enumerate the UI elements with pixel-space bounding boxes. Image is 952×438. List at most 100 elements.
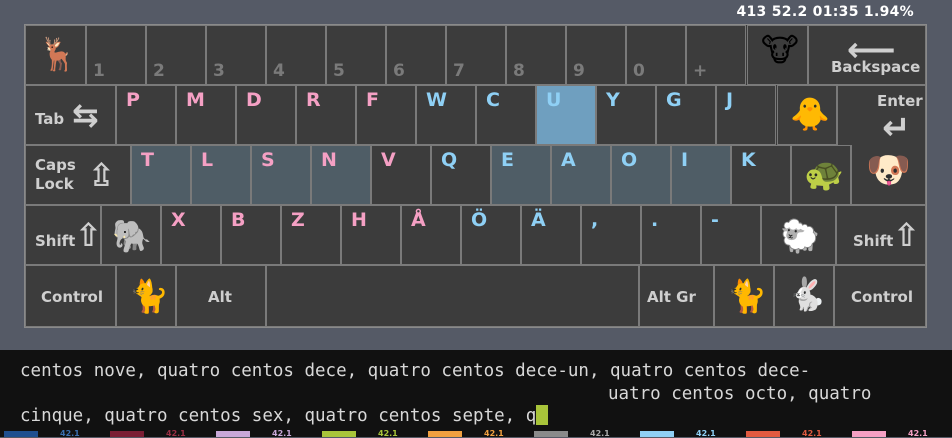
key-letter-f[interactable]: F	[356, 85, 416, 145]
key-label: T	[141, 149, 154, 171]
key-emoji-cat-right[interactable]: 🐈	[714, 265, 774, 327]
right-control-key[interactable]: Control	[834, 265, 926, 327]
color-swatch	[852, 431, 886, 437]
digit-label: 7	[453, 61, 465, 81]
key-label: R	[306, 89, 321, 111]
key-label: K	[741, 149, 756, 171]
caps-lock-icon: ⇫	[88, 156, 115, 194]
key-digit-7[interactable]: 8	[506, 25, 566, 85]
key-emoji-sheep[interactable]: 🐑	[761, 205, 836, 265]
key-letter-g[interactable]: G	[656, 85, 716, 145]
key-letter-m[interactable]: M	[176, 85, 236, 145]
key-letter-y[interactable]: Y	[596, 85, 656, 145]
key-letter-e[interactable]: E	[491, 145, 551, 205]
left-control-key[interactable]: Control	[25, 265, 116, 327]
terminal-line-3-text: cinque, quatro centos sex, quatro centos…	[20, 406, 537, 426]
terminal-line-1: centos nove, quatro centos dece, quatro …	[20, 361, 811, 381]
key-digit-5[interactable]: 6	[386, 25, 446, 85]
key-label: Ö	[471, 209, 488, 231]
key-digit-3[interactable]: 4	[266, 25, 326, 85]
digit-label: 1	[93, 61, 105, 81]
space-key[interactable]	[266, 265, 639, 327]
key-letter-s[interactable]: S	[251, 145, 311, 205]
digit-label: 3	[213, 61, 225, 81]
key-digit-9[interactable]: 0	[626, 25, 686, 85]
left-shift-key[interactable]: Shift ⇧	[25, 205, 102, 265]
color-swatch-strip: 42.1 42.1 42.1 42.1 42.1 42.1 42.1 42.1 42.1	[0, 429, 952, 438]
key-label: -	[711, 209, 719, 231]
key-row4-0[interactable]: X	[161, 205, 221, 265]
key-letter-u[interactable]: U	[536, 85, 596, 145]
key-letter-c[interactable]: C	[476, 85, 536, 145]
key-letter-j[interactable]: J	[716, 85, 776, 145]
key-label: U	[546, 89, 562, 111]
key-digit-8[interactable]: 9	[566, 25, 626, 85]
key-emoji-cow[interactable]: 🐮	[747, 25, 808, 85]
digit-label: 0	[633, 61, 645, 81]
backspace-key[interactable]: ⟵ Backspace	[808, 25, 926, 85]
key-letter-d[interactable]: D	[236, 85, 296, 145]
key-digit-4[interactable]: 5	[326, 25, 386, 85]
left-shift-label: Shift	[35, 232, 76, 250]
left-control-label: Control	[41, 288, 104, 306]
key-label: M	[186, 89, 205, 111]
key-letter-a[interactable]: A	[551, 145, 611, 205]
key-row4-1[interactable]: B	[221, 205, 281, 265]
key-digit-0[interactable]: 1	[86, 25, 146, 85]
key-emoji-rabbit[interactable]: 🐇	[774, 265, 834, 327]
left-alt-key[interactable]: Alt	[176, 265, 266, 327]
key-label: Y	[606, 89, 620, 111]
cat-icon: 🐈	[727, 277, 767, 315]
key-letter-l[interactable]: L	[191, 145, 251, 205]
digit-label: 2	[153, 61, 165, 81]
key-emoji-elephant[interactable]: 🐘	[101, 205, 161, 265]
key-letter-n[interactable]: N	[311, 145, 371, 205]
key-digit-1[interactable]: 2	[146, 25, 206, 85]
alt-gr-key[interactable]: Alt Gr	[639, 265, 714, 327]
key-letter-k[interactable]: K	[731, 145, 791, 205]
key-digit-2[interactable]: 3	[206, 25, 266, 85]
color-swatch	[746, 431, 780, 437]
terminal-line-2: uatro centos octo, quatro	[608, 384, 872, 404]
key-row4-8[interactable]: .	[641, 205, 701, 265]
key-label: Q	[441, 149, 458, 171]
key-digit-6[interactable]: 7	[446, 25, 506, 85]
key-letter-r[interactable]: R	[296, 85, 356, 145]
right-control-label: Control	[851, 288, 914, 306]
color-swatch	[322, 431, 356, 437]
key-letter-i[interactable]: I	[671, 145, 731, 205]
key-digit-10[interactable]: +	[686, 25, 746, 85]
key-label: O	[621, 149, 638, 171]
digit-label: 8	[513, 61, 525, 81]
key-emoji-cat-left[interactable]: 🐈	[116, 265, 176, 327]
key-letter-o[interactable]: O	[611, 145, 671, 205]
key-row4-4[interactable]: Å	[401, 205, 461, 265]
color-swatch	[4, 431, 38, 437]
key-label: J	[726, 89, 734, 111]
key-letter-v[interactable]: V	[371, 145, 431, 205]
color-swatch	[216, 431, 250, 437]
key-row4-9[interactable]: -	[701, 205, 761, 265]
key-letter-w[interactable]: W	[416, 85, 476, 145]
key-row4-2[interactable]: Z	[281, 205, 341, 265]
key-row4-3[interactable]: H	[341, 205, 401, 265]
key-emoji-turtle[interactable]: 🐢	[791, 145, 851, 205]
key-letter-q[interactable]: Q	[431, 145, 491, 205]
key-letter-t[interactable]: T	[131, 145, 191, 205]
dog-icon: 🐶	[866, 150, 911, 191]
key-label: N	[321, 149, 337, 171]
key-row4-7[interactable]: ,	[581, 205, 641, 265]
caps-lock-key[interactable]: Caps Lock ⇫	[25, 145, 131, 205]
key-label: L	[201, 149, 214, 171]
digit-label: 6	[393, 61, 405, 81]
key-emoji-chick[interactable]: 🐥	[777, 85, 837, 145]
key-letter-p[interactable]: P	[116, 85, 176, 145]
status-readout: 413 52.2 01:35 1.94%	[736, 4, 914, 20]
deer-icon: 🦌	[38, 35, 78, 73]
tab-key[interactable]: Tab ⇆	[25, 85, 116, 145]
terminal-line-3: cinque, quatro centos sex, quatro centos…	[20, 405, 549, 426]
key-emoji-deer[interactable]: 🦌	[25, 25, 86, 85]
right-shift-key[interactable]: Shift ⇧	[836, 205, 926, 265]
key-row4-6[interactable]: Ä	[521, 205, 581, 265]
key-row4-5[interactable]: Ö	[461, 205, 521, 265]
